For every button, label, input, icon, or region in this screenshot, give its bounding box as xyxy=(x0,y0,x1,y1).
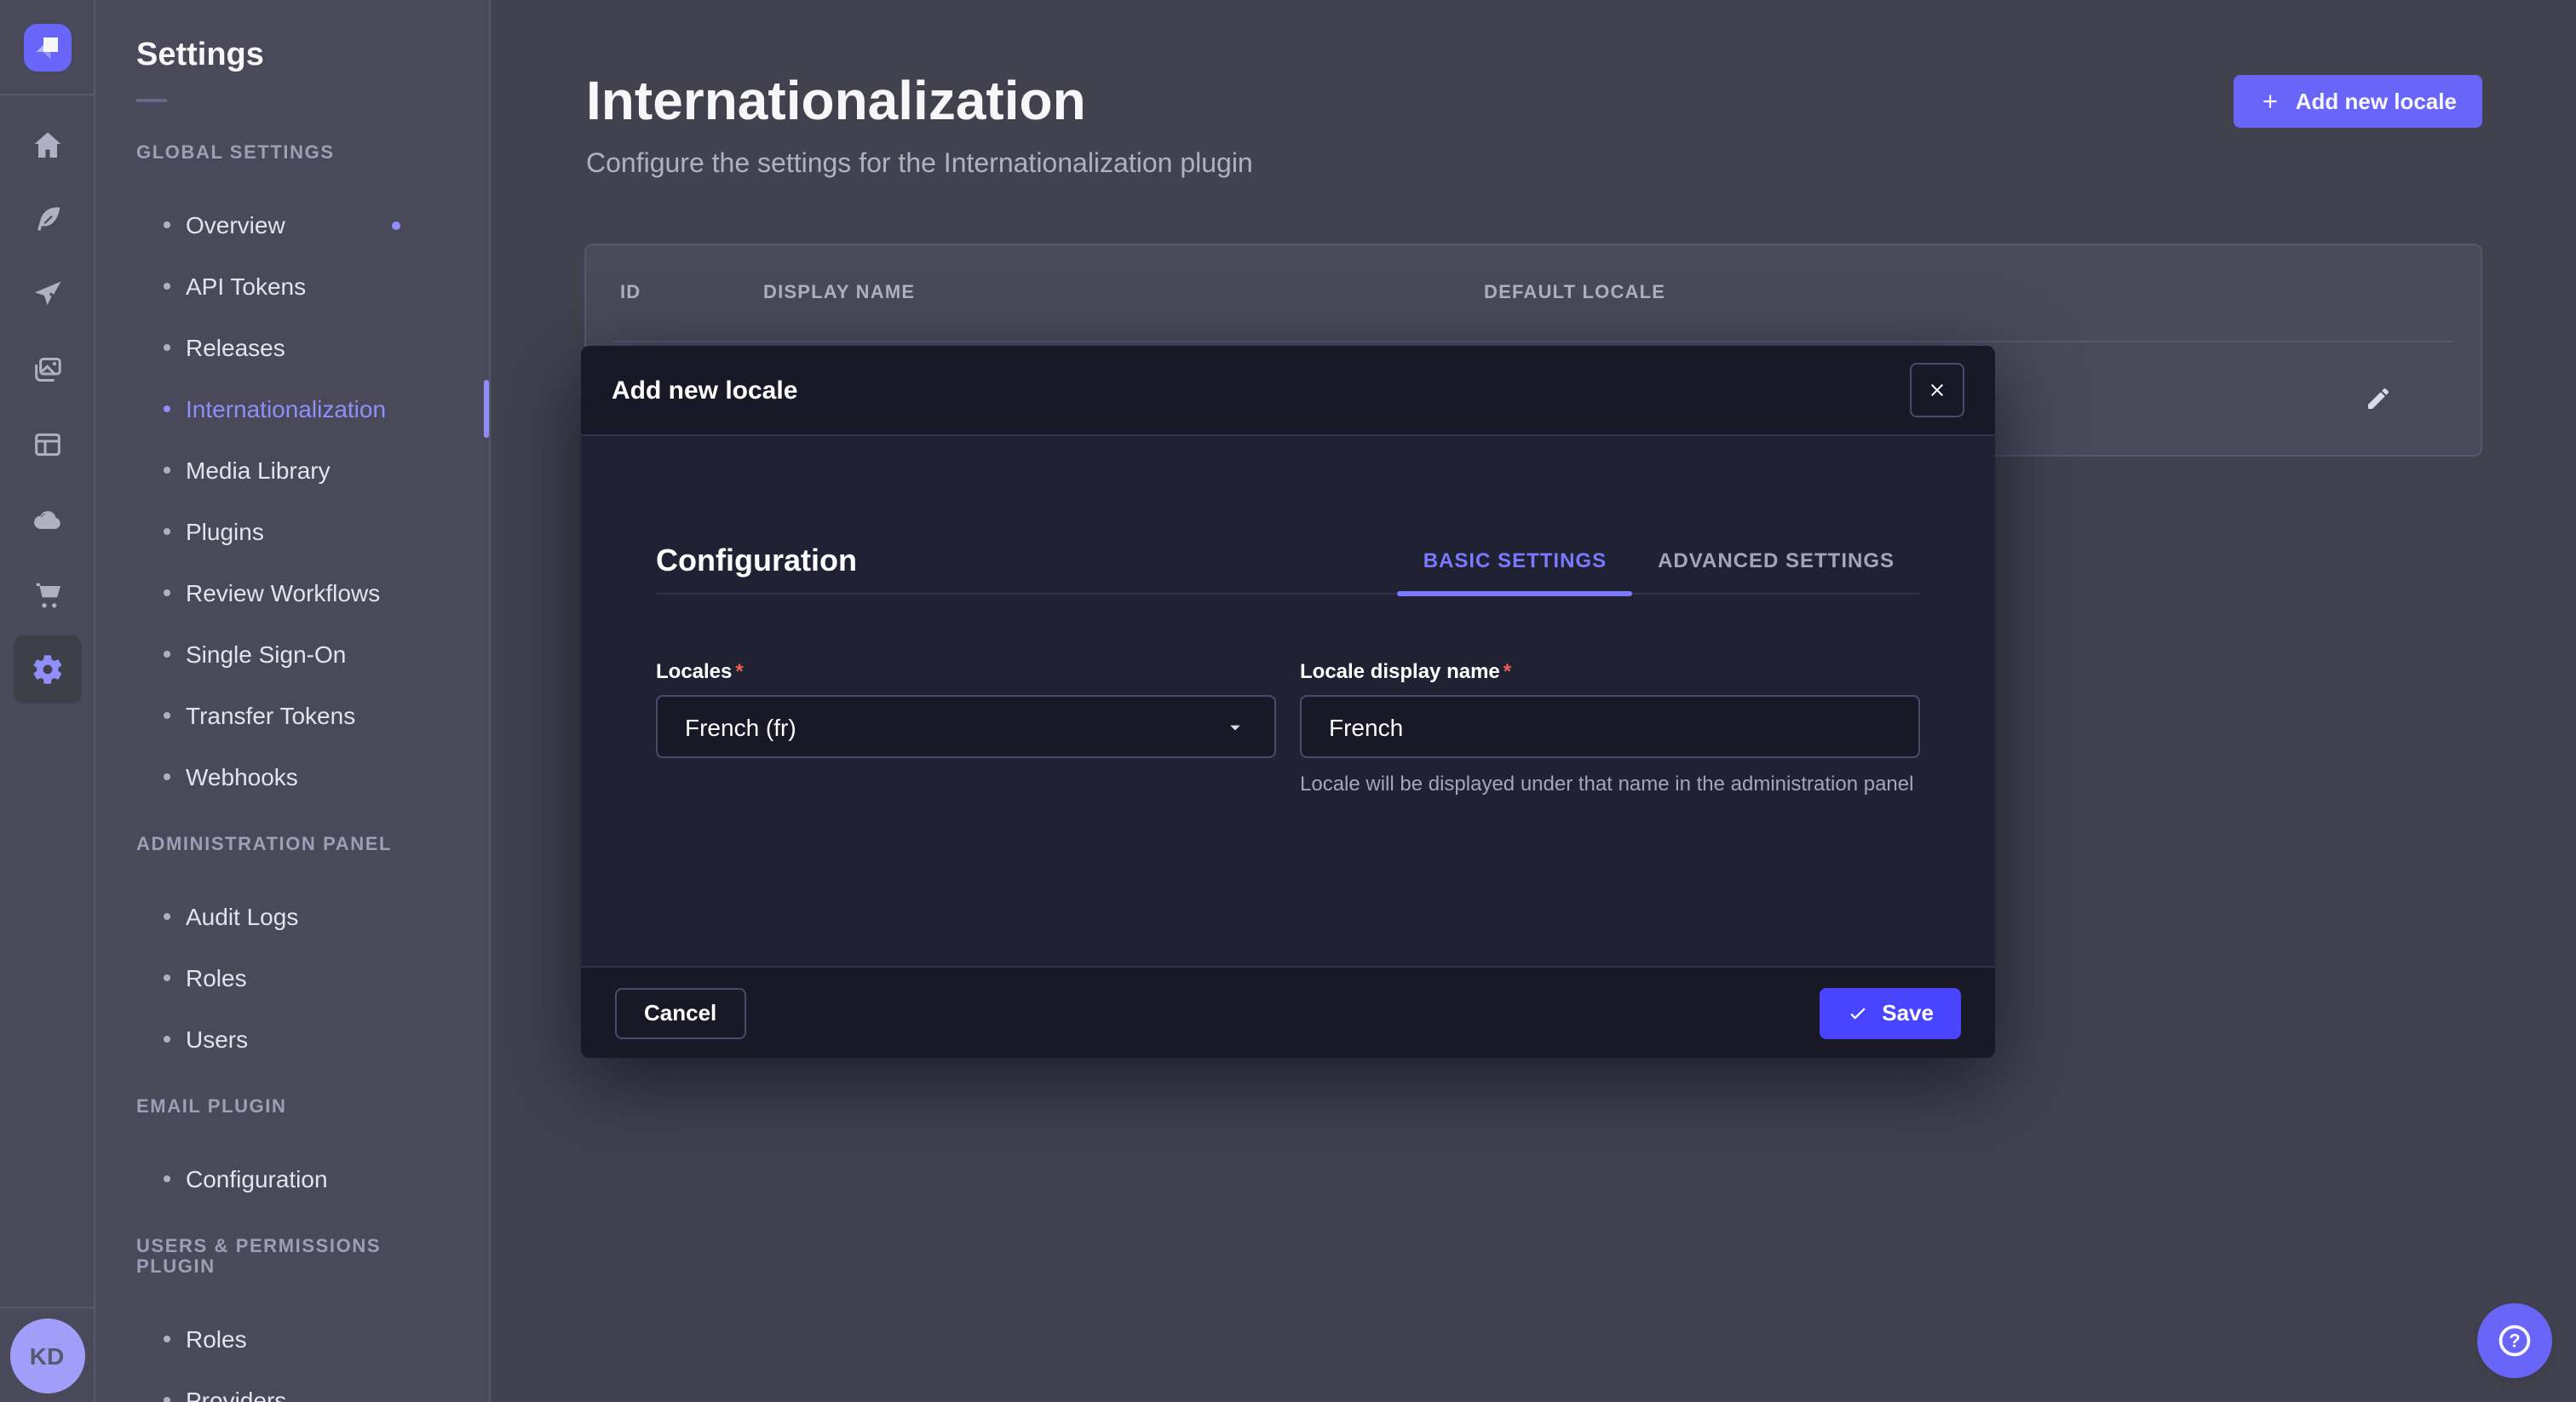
display-name-field: Locale display name* Locale will be disp… xyxy=(1300,659,1920,800)
display-name-hint: Locale will be displayed under that name… xyxy=(1300,770,1920,800)
form-fields-row: Locales* French (fr) Locale display name… xyxy=(656,659,1920,800)
tab-label: BASIC SETTINGS xyxy=(1423,549,1607,572)
display-name-label: Locale display name* xyxy=(1300,659,1920,683)
locales-label: Locales* xyxy=(656,659,1276,683)
configuration-header-row: Configuration BASIC SETTINGS ADVANCED SE… xyxy=(656,542,1920,593)
required-asterisk: * xyxy=(1504,659,1511,683)
settings-tabs: BASIC SETTINGS ADVANCED SETTINGS xyxy=(1398,549,1920,593)
modal-footer: Cancel Save xyxy=(581,966,1995,1058)
tab-label: ADVANCED SETTINGS xyxy=(1658,549,1895,572)
save-button[interactable]: Save xyxy=(1819,987,1961,1038)
modal-header: Add new locale xyxy=(581,346,1995,436)
label-text: Locales xyxy=(656,659,732,683)
modal-title: Add new locale xyxy=(612,376,797,405)
strapi-admin-app: KD Settings GLOBAL SETTINGS Overview API… xyxy=(0,0,2576,1402)
locales-field: Locales* French (fr) xyxy=(656,659,1276,800)
tab-advanced-settings[interactable]: ADVANCED SETTINGS xyxy=(1632,549,1920,593)
modal-body: Configuration BASIC SETTINGS ADVANCED SE… xyxy=(581,436,1995,966)
locales-select-value: French (fr) xyxy=(685,713,796,740)
label-text: Locale display name xyxy=(1300,659,1500,683)
display-name-input[interactable] xyxy=(1300,695,1920,758)
tab-basic-settings[interactable]: BASIC SETTINGS xyxy=(1398,549,1632,593)
add-locale-modal: Add new locale Configuration BASIC SETTI… xyxy=(581,346,1995,1058)
chevron-down-icon xyxy=(1223,715,1247,738)
cancel-button[interactable]: Cancel xyxy=(615,987,745,1038)
save-label: Save xyxy=(1882,1000,1934,1026)
required-asterisk: * xyxy=(735,659,743,683)
active-tab-underline xyxy=(1398,591,1632,596)
configuration-title: Configuration xyxy=(656,542,857,579)
tabs-divider xyxy=(656,593,1920,595)
close-x-icon xyxy=(1927,380,1947,400)
locales-select[interactable]: French (fr) xyxy=(656,695,1276,758)
checkmark-icon xyxy=(1846,1002,1868,1024)
close-modal-button[interactable] xyxy=(1910,363,1964,417)
